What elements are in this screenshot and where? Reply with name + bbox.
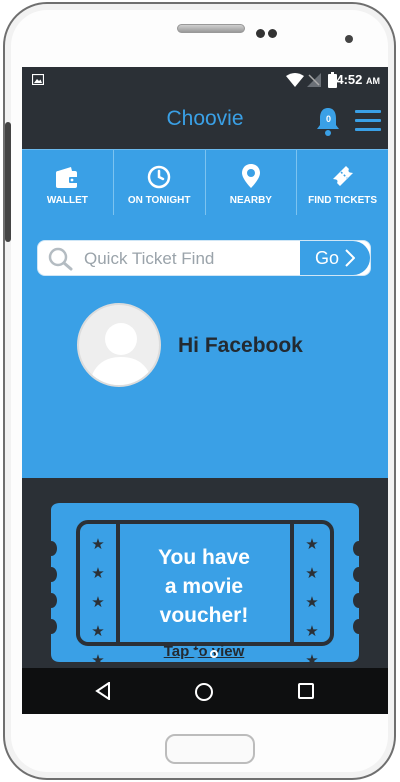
system-nav-bar bbox=[22, 668, 388, 714]
user-silhouette-icon bbox=[89, 323, 153, 385]
star-icons-right: ★ ★ ★ ★ ★ bbox=[305, 538, 318, 668]
search-icon bbox=[48, 247, 73, 271]
nav-tab-on-tonight-label: ON TONIGHT bbox=[127, 195, 191, 206]
status-time-value: 4:52 bbox=[336, 72, 363, 87]
status-bar: 4:52 AM bbox=[22, 67, 388, 93]
voucher-section: ★ ★ ★ ★ ★ ★ ★ ★ ★ ★ You have a movie vou… bbox=[22, 478, 388, 668]
svg-text:★: ★ bbox=[305, 538, 318, 553]
nav-tab-wallet[interactable]: WALLET bbox=[22, 150, 114, 215]
nav-tab-find-tickets-label: FIND TICKETS bbox=[308, 195, 378, 206]
no-signal-icon bbox=[307, 73, 321, 87]
side-button bbox=[5, 122, 11, 242]
svg-text:★: ★ bbox=[91, 593, 104, 611]
svg-text:★: ★ bbox=[305, 622, 318, 640]
clock-icon bbox=[147, 165, 171, 189]
menu-button[interactable] bbox=[355, 109, 381, 133]
location-pin-icon bbox=[241, 164, 260, 188]
svg-text:★: ★ bbox=[305, 593, 318, 611]
nav-tab-on-tonight[interactable]: ON TONIGHT bbox=[114, 150, 206, 215]
svg-text:★: ★ bbox=[91, 538, 104, 553]
svg-text:★: ★ bbox=[91, 622, 104, 640]
front-sensor bbox=[268, 29, 277, 38]
nav-tab-wallet-label: WALLET bbox=[46, 195, 88, 206]
wifi-icon bbox=[286, 73, 304, 87]
voucher-line-1: You have bbox=[158, 546, 250, 569]
search-profile-section: Quick Ticket Find Go Hi Facebook bbox=[22, 215, 388, 478]
carousel-dots bbox=[22, 650, 388, 658]
nav-tabs: WALLET ON TONIGHT NEARBY FIND TICKETS bbox=[22, 149, 388, 215]
front-camera bbox=[256, 29, 265, 38]
chevron-right-icon bbox=[345, 249, 355, 267]
go-button-label: Go bbox=[314, 247, 339, 268]
nav-tab-nearby-label: NEARBY bbox=[229, 195, 272, 206]
nav-tab-nearby[interactable]: NEARBY bbox=[206, 150, 298, 215]
ticket-icon bbox=[332, 166, 353, 186]
recent-apps-icon[interactable] bbox=[298, 683, 314, 699]
voucher-line-3: voucher! bbox=[159, 604, 249, 627]
status-time-ampm: AM bbox=[366, 76, 380, 86]
home-icon[interactable] bbox=[194, 682, 214, 702]
back-icon[interactable] bbox=[95, 682, 111, 700]
avatar[interactable] bbox=[77, 303, 161, 387]
svg-text:★: ★ bbox=[305, 564, 318, 582]
search-box[interactable]: Quick Ticket Find Go bbox=[37, 240, 371, 276]
status-time: 4:52 AM bbox=[336, 72, 380, 87]
proximity-sensor bbox=[345, 35, 353, 43]
voucher-line-2: a movie bbox=[164, 575, 244, 598]
nav-tab-find-tickets[interactable]: FIND TICKETS bbox=[297, 150, 388, 215]
carousel-dot[interactable] bbox=[210, 650, 218, 658]
image-notification-icon bbox=[32, 74, 44, 85]
svg-text:★: ★ bbox=[91, 564, 104, 582]
go-button[interactable]: Go bbox=[300, 241, 370, 275]
hamburger-menu-icon bbox=[355, 110, 381, 131]
screen: 4:52 AM Choovie 0 WALLET ON TONIGHT NEAR… bbox=[22, 67, 388, 714]
app-bar: Choovie 0 bbox=[22, 93, 388, 149]
star-icons-left: ★ ★ ★ ★ ★ bbox=[91, 538, 104, 668]
notification-button[interactable]: 0 bbox=[315, 106, 341, 136]
search-input[interactable]: Quick Ticket Find bbox=[84, 249, 214, 269]
wallet-icon bbox=[56, 167, 79, 188]
carousel-dot-active[interactable] bbox=[192, 650, 200, 658]
notification-count: 0 bbox=[325, 114, 331, 124]
greeting: Hi Facebook bbox=[178, 334, 303, 357]
voucher-message: You have a movie voucher! bbox=[124, 543, 284, 630]
earpiece-speaker bbox=[177, 24, 245, 33]
hardware-home-button[interactable] bbox=[165, 734, 255, 764]
